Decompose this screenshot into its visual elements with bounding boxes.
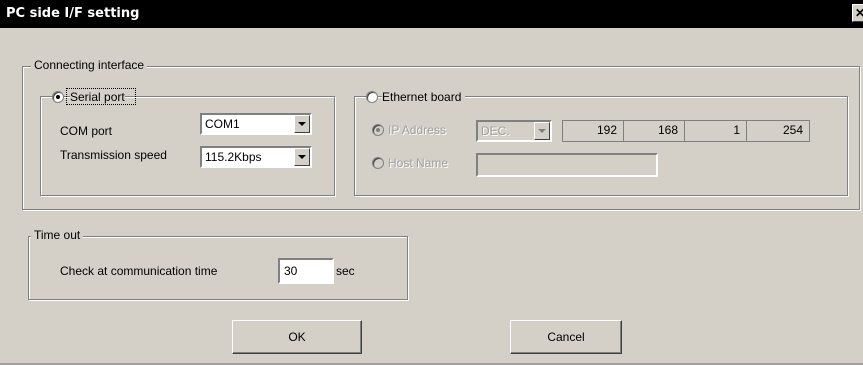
host-name-field[interactable] [476, 153, 658, 177]
ip-address-field[interactable]: 192 168 1 254 [562, 120, 810, 142]
ip-format-dropdown-button[interactable] [534, 122, 550, 140]
host-name-radio[interactable] [372, 157, 384, 169]
ip-address-radio[interactable] [372, 124, 384, 136]
chevron-down-icon [538, 129, 546, 133]
timeout-unit: sec [336, 264, 355, 278]
timeout-value: 30 [284, 264, 298, 278]
transmission-speed-select[interactable]: 115.2Kbps [200, 146, 312, 168]
check-communication-label: Check at communication time [60, 264, 218, 278]
ip-address-label: IP Address [388, 123, 446, 137]
com-port-dropdown-button[interactable] [294, 115, 310, 133]
timeout-input[interactable]: 30 [278, 258, 334, 284]
host-name-label: Host Name [388, 156, 449, 170]
cancel-button-label: Cancel [547, 330, 585, 344]
ip-format-select[interactable]: DEC. [476, 120, 552, 142]
ethernet-board-group [354, 96, 848, 196]
connecting-interface-legend: Connecting interface [31, 58, 148, 72]
com-port-select[interactable]: COM1 [200, 113, 312, 135]
title-bar: PC side I/F setting [0, 0, 863, 28]
ip-octet-1[interactable]: 192 [562, 120, 624, 142]
com-port-value: COM1 [205, 117, 240, 131]
timeout-legend: Time out [31, 228, 84, 242]
ip-octet-2[interactable]: 168 [623, 120, 685, 142]
close-icon[interactable]: ✕ [852, 4, 863, 22]
ip-octet-3[interactable]: 1 [684, 120, 747, 142]
serial-port-label[interactable]: Serial port [70, 90, 125, 104]
ethernet-board-label[interactable]: Ethernet board [382, 90, 466, 104]
ethernet-board-radio[interactable] [366, 91, 378, 103]
transmission-speed-label: Transmission speed [60, 148, 167, 162]
transmission-speed-dropdown-button[interactable] [294, 148, 310, 166]
chevron-down-icon [298, 155, 306, 159]
serial-port-radio[interactable] [52, 91, 64, 103]
chevron-down-icon [298, 122, 306, 126]
ok-button[interactable]: OK [232, 320, 362, 354]
cancel-button[interactable]: Cancel [510, 320, 622, 354]
window-title: PC side I/F setting [6, 6, 140, 21]
ip-format-value: DEC. [481, 124, 510, 138]
transmission-speed-value: 115.2Kbps [205, 150, 262, 164]
ip-octet-4[interactable]: 254 [746, 120, 810, 142]
com-port-label: COM port [60, 124, 113, 138]
ok-button-label: OK [288, 330, 306, 344]
